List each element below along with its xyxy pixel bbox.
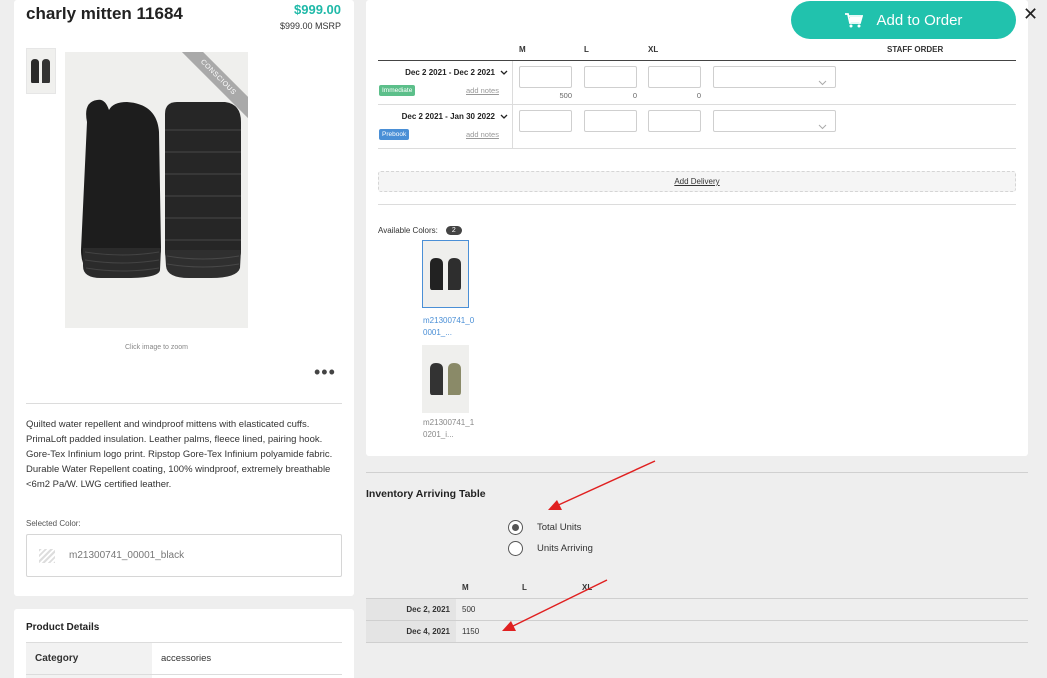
more-options-icon[interactable]: ••• — [314, 362, 336, 383]
divider — [378, 204, 1016, 205]
delivery-type-badge: Immediate — [379, 85, 416, 96]
add-notes-link[interactable]: add notes — [466, 86, 499, 95]
radio-checked-icon — [508, 520, 523, 535]
inventory-col-m: M — [462, 583, 469, 592]
size-header-m: M — [519, 45, 526, 54]
available-qty-l: 0 — [632, 91, 637, 100]
table-row: Dec 2, 2021 500 — [366, 598, 1028, 620]
details-value: accessories — [161, 653, 212, 664]
product-main-image[interactable]: CONSCIOUS — [65, 52, 248, 328]
available-qty-xl: 0 — [696, 91, 701, 100]
product-msrp: $999.00 MSRP — [279, 21, 341, 31]
inventory-title: Inventory Arriving Table — [366, 488, 486, 500]
qty-input-m[interactable] — [519, 110, 572, 132]
zoom-hint: Click image to zoom — [124, 344, 189, 351]
product-price: $999.00 — [294, 2, 341, 17]
delivery-date-label: Dec 2 2021 - Dec 2 2021 — [405, 68, 495, 77]
close-icon[interactable]: ✕ — [1023, 4, 1038, 24]
cart-icon — [844, 12, 863, 28]
inventory-cell-m: 500 — [462, 605, 476, 614]
product-title: charly mitten 11684 — [26, 4, 183, 23]
table-row: Dec 4, 2021 1150 — [366, 620, 1028, 642]
size-header-xl: XL — [648, 45, 659, 54]
details-key: Category — [26, 643, 152, 674]
chevron-down-icon — [818, 73, 827, 91]
qty-input-m[interactable] — [519, 66, 572, 88]
radio-total-units[interactable]: Total Units — [508, 520, 581, 535]
color-option-name[interactable]: m21300741_10201_i... — [423, 417, 475, 441]
inventory-row-date: Dec 4, 2021 — [366, 621, 456, 642]
mitten-pair-image — [81, 99, 241, 278]
radio-units-arriving[interactable]: Units Arriving — [508, 541, 593, 556]
chevron-down-icon — [818, 117, 827, 135]
qty-input-l[interactable] — [584, 66, 637, 88]
add-delivery-label: Add Delivery — [674, 177, 720, 186]
product-details-card: Product Details Category accessories — [14, 609, 354, 678]
radio-unchecked-icon — [508, 541, 523, 556]
delivery-date-label: Dec 2 2021 - Jan 30 2022 — [401, 112, 495, 121]
delivery-date-select[interactable]: Dec 2 2021 - Jan 30 2022 — [402, 112, 508, 121]
color-option-olive[interactable] — [422, 345, 469, 413]
available-qty-m: 500 — [559, 91, 572, 100]
color-option-black[interactable] — [422, 240, 469, 308]
size-header-l: L — [584, 45, 589, 54]
staff-order-header: STAFF ORDER — [887, 45, 944, 54]
radio-label: Units Arriving — [537, 543, 593, 554]
inventory-row-date: Dec 2, 2021 — [366, 599, 456, 620]
delivery-type-badge: Prebook — [379, 129, 410, 140]
mitten-thumbnail-image — [31, 59, 50, 83]
divider — [26, 403, 342, 404]
selected-color-value: m21300741_00001_black — [69, 550, 185, 561]
inventory-cell-m: 1150 — [462, 627, 480, 636]
add-notes-link[interactable]: add notes — [466, 130, 499, 139]
product-thumbnail[interactable] — [26, 48, 56, 94]
inventory-col-l: L — [522, 583, 527, 592]
available-colors-header: Available Colors: 2 — [378, 226, 462, 235]
qty-input-xl[interactable] — [648, 110, 701, 132]
mitten-black-image — [429, 258, 461, 290]
product-card: charly mitten 11684 $999.00 $999.00 MSRP… — [14, 0, 354, 596]
chevron-down-icon — [500, 114, 508, 120]
radio-label: Total Units — [537, 522, 582, 533]
product-details-title: Product Details — [26, 622, 100, 633]
available-colors-label: Available Colors: — [378, 226, 438, 235]
available-colors-count: 2 — [445, 226, 462, 235]
annotation-arrow-icon — [548, 460, 656, 510]
selected-color-field[interactable]: m21300741_00001_black — [26, 534, 342, 577]
color-swatch-icon — [39, 548, 55, 563]
staff-order-select[interactable] — [713, 66, 836, 88]
add-to-order-label: Add to Order — [876, 11, 963, 29]
selected-color-label: Selected Color: — [26, 519, 81, 528]
divider — [366, 642, 1028, 643]
chevron-down-icon — [500, 70, 508, 76]
add-to-order-button[interactable]: Add to Order — [791, 1, 1016, 39]
qty-input-l[interactable] — [584, 110, 637, 132]
mitten-olive-image — [429, 363, 461, 395]
qty-input-xl[interactable] — [648, 66, 701, 88]
delivery-date-select[interactable]: Dec 2 2021 - Dec 2 2021 — [405, 68, 508, 77]
inventory-col-xl: XL — [582, 583, 593, 592]
delivery-row: Dec 2 2021 - Jan 30 2022 Prebook add not… — [378, 105, 1016, 149]
color-option-name[interactable]: m21300741_00001_... — [423, 315, 475, 339]
add-delivery-button[interactable]: Add Delivery — [378, 171, 1016, 192]
details-row: Category accessories — [26, 642, 342, 674]
staff-order-select[interactable] — [713, 110, 836, 132]
details-row — [26, 674, 342, 678]
product-description: Quilted water repellent and windproof mi… — [26, 419, 333, 490]
delivery-row: Dec 2 2021 - Dec 2 2021 Immediate add no… — [378, 61, 1016, 105]
divider — [366, 472, 1028, 473]
